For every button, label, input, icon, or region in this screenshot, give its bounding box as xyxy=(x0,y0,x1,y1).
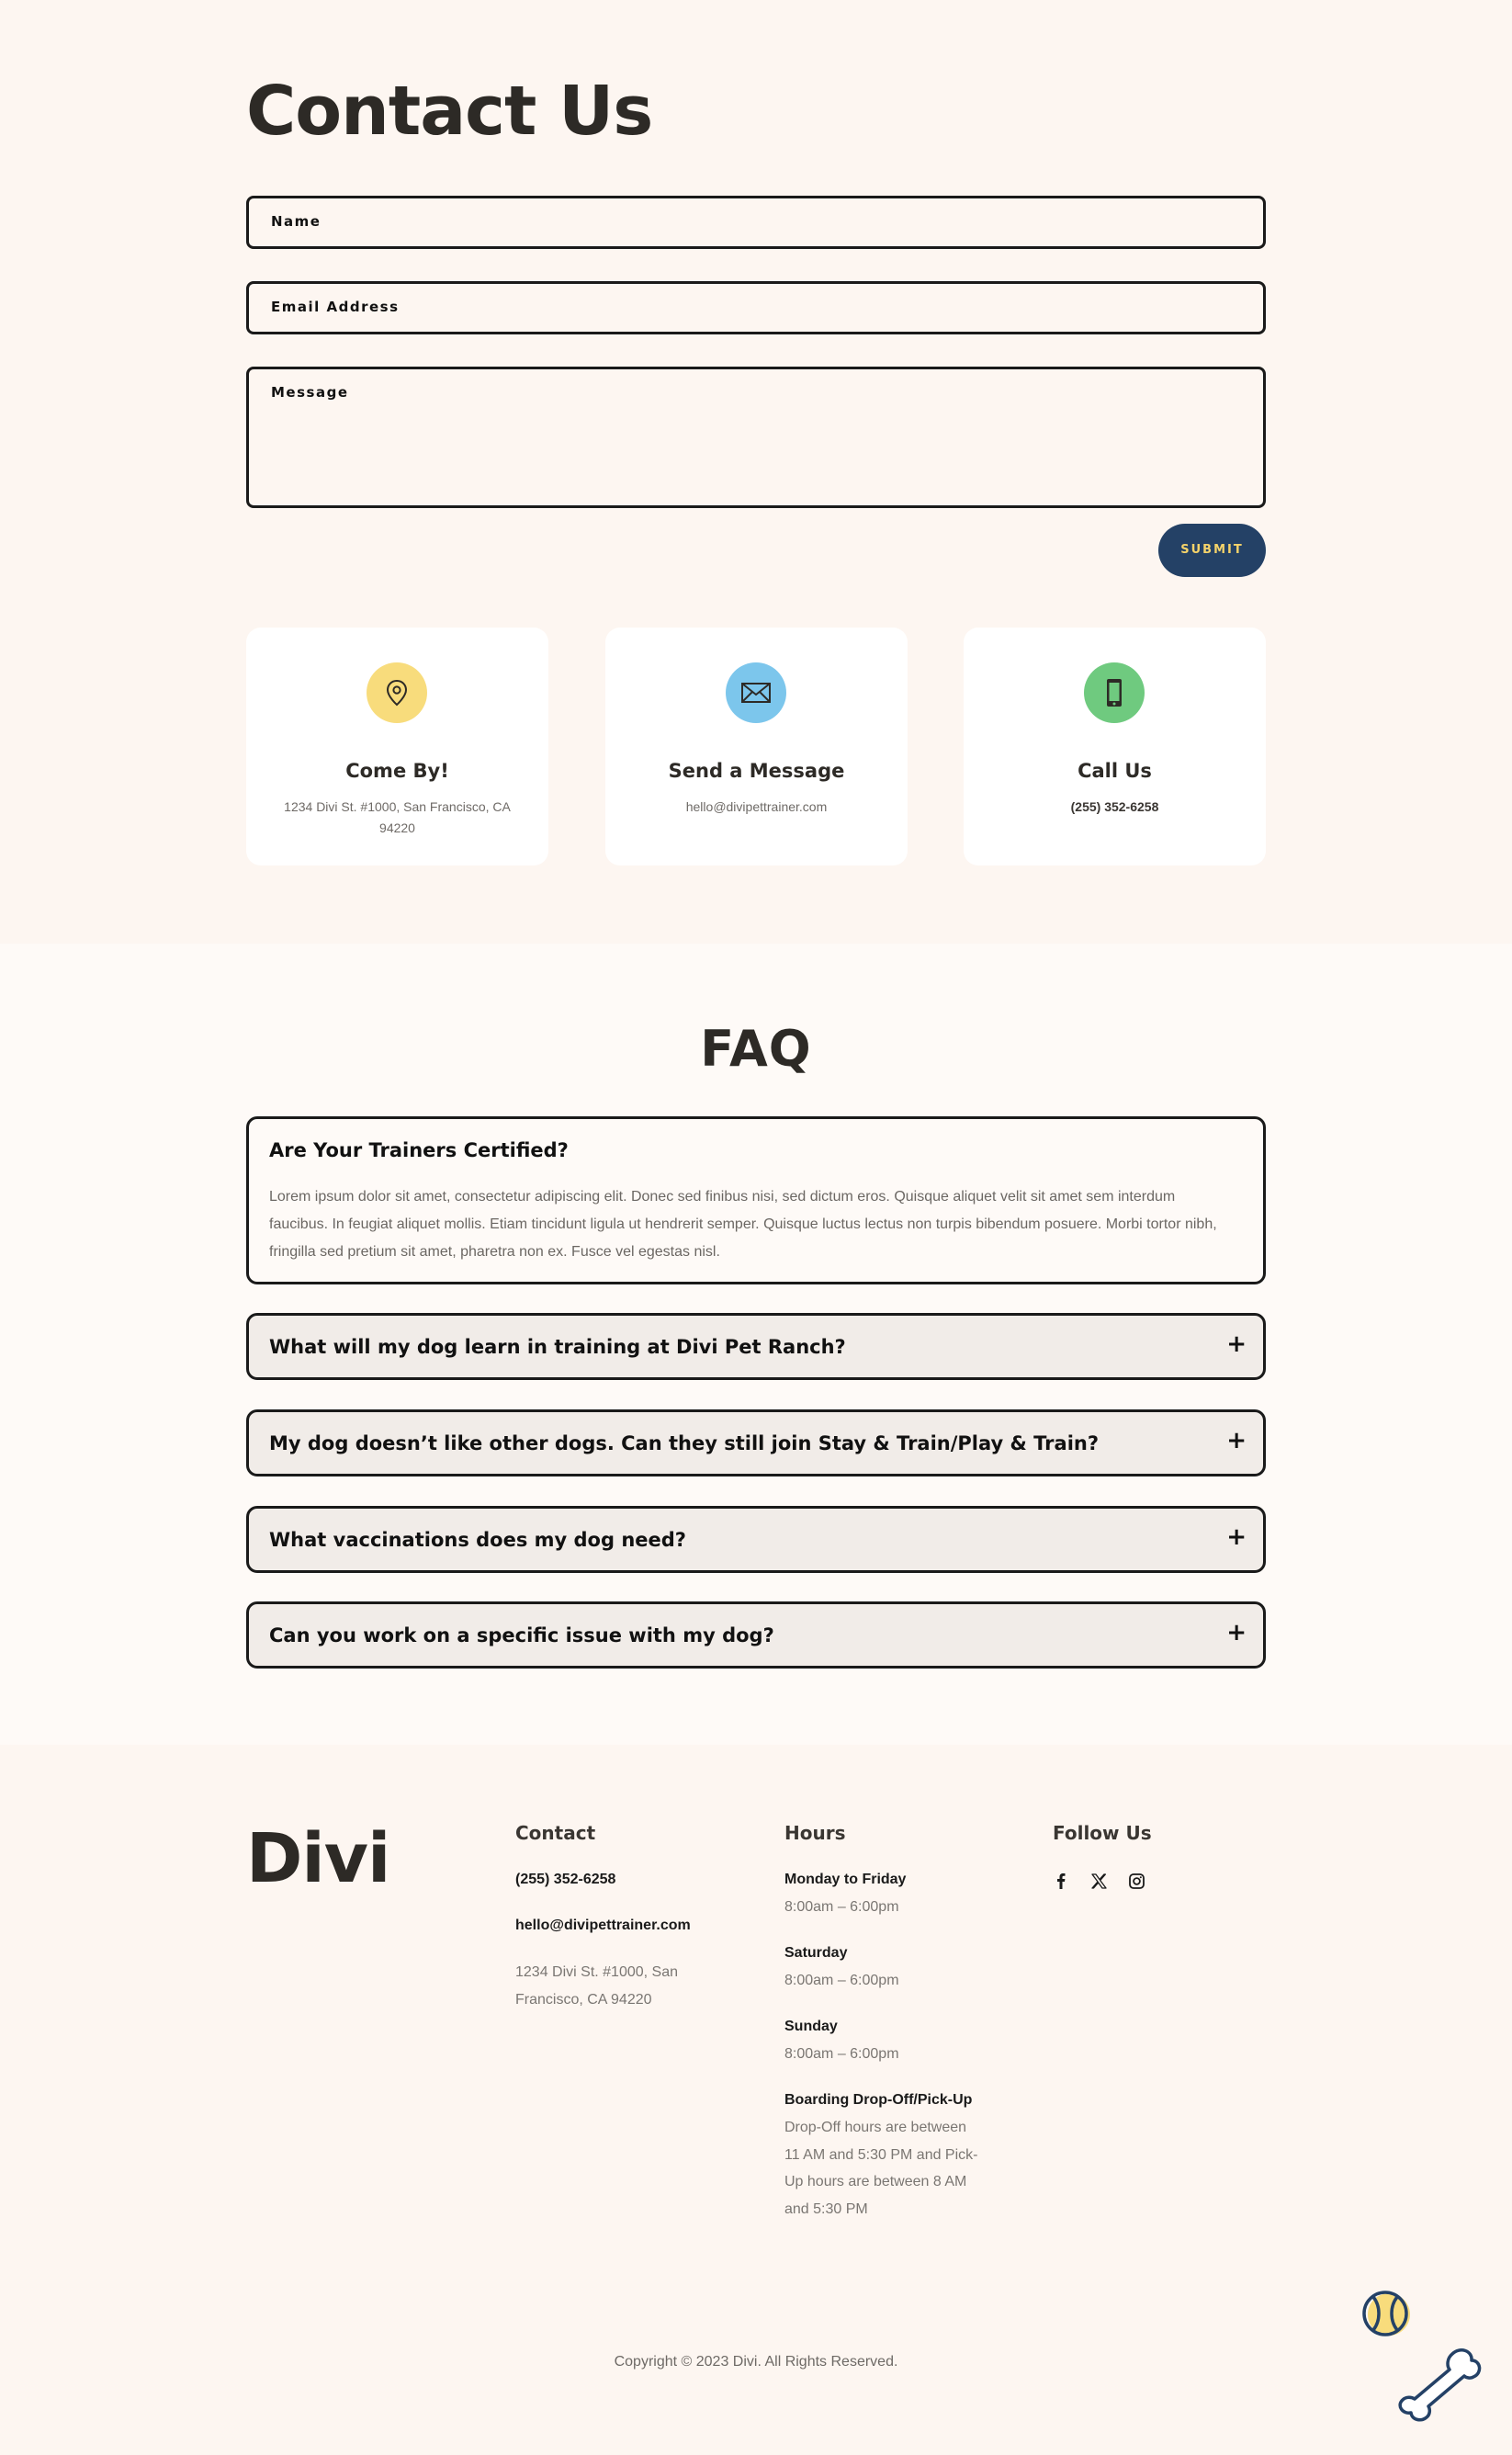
card-email[interactable]: hello@divipettrainer.com xyxy=(633,797,880,818)
footer-address-line: 1234 Divi St. #1000, San xyxy=(515,1964,679,1980)
plus-icon[interactable]: + xyxy=(1226,1427,1247,1454)
footer-logo[interactable]: Divi xyxy=(246,1819,390,1898)
card-call-us: Call Us (255) 352-6258 xyxy=(964,628,1266,865)
footer-address-line: Francisco, CA 94220 xyxy=(515,1992,652,2008)
copyright-text: Copyright © 2023 Divi. All Rights Reserv… xyxy=(614,2354,898,2370)
footer-section xyxy=(0,1745,1512,2455)
plus-icon[interactable]: + xyxy=(1226,1619,1247,1646)
card-title: Come By! xyxy=(345,760,449,782)
name-field-label: Name xyxy=(271,213,322,230)
faq-question: Can you work on a specific issue with my… xyxy=(269,1624,774,1646)
faq-item[interactable]: My dog doesn’t like other dogs. Can they… xyxy=(246,1409,1266,1476)
hours-label: Monday to Friday xyxy=(784,1872,907,1887)
plus-icon[interactable]: + xyxy=(1226,1523,1247,1551)
boarding-text-line: 11 AM and 5:30 PM and Pick- xyxy=(784,2147,978,2163)
facebook-icon[interactable] xyxy=(1051,1871,1071,1891)
boarding-text-line: and 5:30 PM xyxy=(784,2201,868,2217)
faq-title: FAQ xyxy=(700,1020,812,1078)
email-field-label: Email Address xyxy=(271,299,400,315)
map-pin-icon xyxy=(367,662,427,723)
x-twitter-icon[interactable] xyxy=(1089,1871,1109,1891)
instagram-icon[interactable] xyxy=(1126,1871,1146,1891)
phone-icon xyxy=(1084,662,1145,723)
faq-question: What will my dog learn in training at Di… xyxy=(269,1336,846,1358)
message-field-label: Message xyxy=(271,384,349,401)
faq-question: Are Your Trainers Certified? xyxy=(269,1139,569,1161)
footer-email[interactable]: hello@divipettrainer.com xyxy=(515,1912,691,1940)
boarding-text-line: Up hours are between 8 AM xyxy=(784,2174,967,2189)
card-send-message: Send a Message hello@divipettrainer.com xyxy=(605,628,908,865)
footer-hours-title: Hours xyxy=(784,1822,846,1844)
hours-label: Boarding Drop-Off/Pick-Up xyxy=(784,2092,973,2108)
plus-icon[interactable]: + xyxy=(1226,1330,1247,1358)
card-come-by: Come By! 1234 Divi St. #1000, San Franci… xyxy=(246,628,548,865)
card-title: Send a Message xyxy=(668,760,845,782)
card-address: 1234 Divi St. #1000, San Francisco, CA 9… xyxy=(284,799,511,835)
message-field[interactable]: Message xyxy=(246,367,1266,508)
hours-time: 8:00am – 6:00pm xyxy=(784,1899,899,1915)
footer-phone[interactable]: (255) 352-6258 xyxy=(515,1866,615,1894)
submit-button[interactable]: SUBMIT xyxy=(1158,524,1266,577)
boarding-text-line: Drop-Off hours are between xyxy=(784,2120,967,2135)
footer-follow-title: Follow Us xyxy=(1053,1822,1152,1844)
hours-time: 8:00am – 6:00pm xyxy=(784,2046,899,2062)
faq-item[interactable]: What vaccinations does my dog need? + xyxy=(246,1506,1266,1573)
page-title: Contact Us xyxy=(246,72,653,151)
email-field[interactable]: Email Address xyxy=(246,281,1266,334)
hours-label: Saturday xyxy=(784,1945,848,1961)
faq-item[interactable]: What will my dog learn in training at Di… xyxy=(246,1313,1266,1380)
card-title: Call Us xyxy=(1078,760,1152,782)
faq-question: What vaccinations does my dog need? xyxy=(269,1529,686,1551)
footer-contact-title: Contact xyxy=(515,1822,596,1844)
faq-item[interactable]: Can you work on a specific issue with my… xyxy=(246,1601,1266,1669)
tennis-ball-icon xyxy=(1360,2288,1414,2341)
dog-bone-icon xyxy=(1392,2345,1484,2427)
faq-answer: Lorem ipsum dolor sit amet, consectetur … xyxy=(269,1189,1217,1260)
hours-time: 8:00am – 6:00pm xyxy=(784,1973,899,1988)
name-field[interactable]: Name xyxy=(246,196,1266,249)
card-phone[interactable]: (255) 352-6258 xyxy=(991,797,1238,818)
faq-question: My dog doesn’t like other dogs. Can they… xyxy=(269,1432,1100,1454)
hours-label: Sunday xyxy=(784,2019,838,2034)
envelope-icon xyxy=(726,662,786,723)
faq-item-open[interactable]: Are Your Trainers Certified? Lorem ipsum… xyxy=(246,1116,1266,1284)
